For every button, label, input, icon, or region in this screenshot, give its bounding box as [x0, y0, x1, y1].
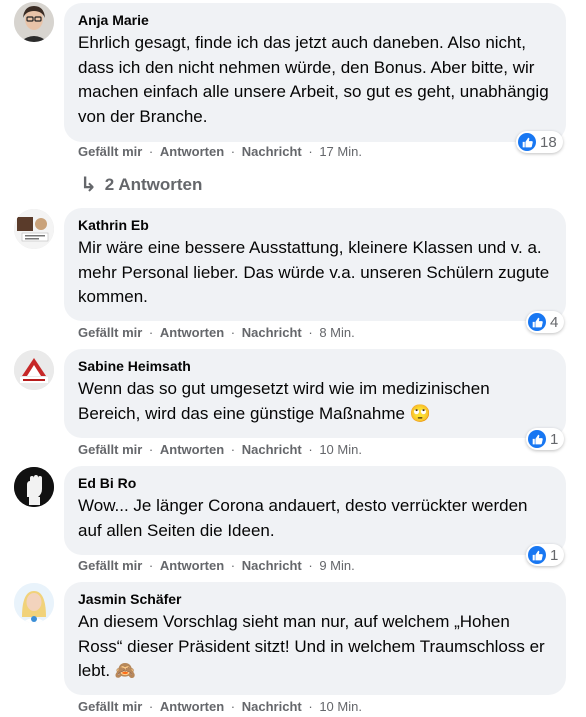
- comment-time[interactable]: 10 Min.: [319, 699, 362, 714]
- replies-label: 2 Antworten: [104, 174, 203, 194]
- reaction-count[interactable]: 18: [516, 131, 563, 153]
- message-link[interactable]: Nachricht: [242, 442, 302, 457]
- rolling-eyes-emoji: 🙄: [409, 403, 431, 424]
- avatar[interactable]: [14, 467, 54, 507]
- message-link[interactable]: Nachricht: [242, 144, 302, 159]
- reply-link[interactable]: Antworten: [160, 325, 224, 340]
- reaction-count[interactable]: 4: [526, 311, 565, 333]
- avatar[interactable]: [14, 209, 54, 249]
- comment-text: Wenn das so gut umgesetzt wird wie im me…: [78, 379, 490, 424]
- reply-link[interactable]: Antworten: [160, 144, 224, 159]
- avatar[interactable]: [14, 2, 54, 42]
- reply-link[interactable]: Antworten: [160, 442, 224, 457]
- like-icon: [528, 430, 546, 448]
- comment-bubble: Ed Bi Ro Wow... Je länger Corona andauer…: [64, 466, 566, 555]
- comment-time[interactable]: 8 Min.: [319, 325, 354, 340]
- message-link[interactable]: Nachricht: [242, 558, 302, 573]
- comment-actions: Gefällt mir · Antworten · Nachricht · 17…: [78, 144, 362, 159]
- comment-actions: Gefällt mir · Antworten · Nachricht · 10…: [78, 442, 362, 457]
- message-link[interactable]: Nachricht: [242, 699, 302, 714]
- view-replies-link[interactable]: ↳ 2 Antworten: [80, 172, 202, 197]
- comment-text: Ehrlich gesagt, finde ich das jetzt auch…: [78, 33, 549, 126]
- comment-author[interactable]: Sabine Heimsath: [78, 357, 552, 375]
- avatar[interactable]: [14, 350, 54, 390]
- comment-text: Wow... Je länger Corona andauert, desto …: [78, 496, 528, 540]
- reaction-number: 1: [550, 546, 559, 564]
- comment-author[interactable]: Jasmin Schäfer: [78, 590, 552, 608]
- reply-arrow-icon: ↳: [80, 174, 97, 196]
- comment-text: An diesem Vorschlag sieht man nur, auf w…: [78, 612, 545, 681]
- comment-bubble: Sabine Heimsath Wenn das so gut umgesetz…: [64, 349, 566, 438]
- reaction-count[interactable]: 1: [526, 544, 565, 566]
- comment-actions: Gefällt mir · Antworten · Nachricht · 10…: [78, 699, 362, 714]
- like-link[interactable]: Gefällt mir: [78, 325, 142, 340]
- avatar[interactable]: [14, 583, 54, 623]
- like-link[interactable]: Gefällt mir: [78, 558, 142, 573]
- like-icon: [528, 546, 546, 564]
- comment-author[interactable]: Kathrin Eb: [78, 216, 552, 234]
- comment-author[interactable]: Ed Bi Ro: [78, 474, 552, 492]
- see-no-evil-monkey-emoji: 🙈: [114, 661, 137, 681]
- like-link[interactable]: Gefällt mir: [78, 144, 142, 159]
- comment-bubble: Jasmin Schäfer An diesem Vorschlag sieht…: [64, 582, 566, 695]
- like-link[interactable]: Gefällt mir: [78, 442, 142, 457]
- comment-time[interactable]: 10 Min.: [319, 442, 362, 457]
- reaction-number: 4: [550, 313, 559, 331]
- reaction-count[interactable]: 1: [526, 428, 565, 450]
- comment-actions: Gefällt mir · Antworten · Nachricht · 9 …: [78, 558, 355, 573]
- reply-link[interactable]: Antworten: [160, 558, 224, 573]
- reply-link[interactable]: Antworten: [160, 699, 224, 714]
- comment-text: Mir wäre eine bessere Ausstattung, klein…: [78, 238, 550, 306]
- like-link[interactable]: Gefällt mir: [78, 699, 142, 714]
- reaction-number: 18: [540, 133, 557, 151]
- message-link[interactable]: Nachricht: [242, 325, 302, 340]
- comment-bubble: Kathrin Eb Mir wäre eine bessere Ausstat…: [64, 208, 566, 321]
- like-icon: [518, 133, 536, 151]
- comment-actions: Gefällt mir · Antworten · Nachricht · 8 …: [78, 325, 355, 340]
- like-icon: [528, 313, 546, 331]
- comment-bubble: Anja Marie Ehrlich gesagt, finde ich das…: [64, 3, 566, 142]
- comment-author[interactable]: Anja Marie: [78, 11, 552, 29]
- comment-time[interactable]: 17 Min.: [319, 144, 362, 159]
- comment-time[interactable]: 9 Min.: [319, 558, 354, 573]
- reaction-number: 1: [550, 430, 559, 448]
